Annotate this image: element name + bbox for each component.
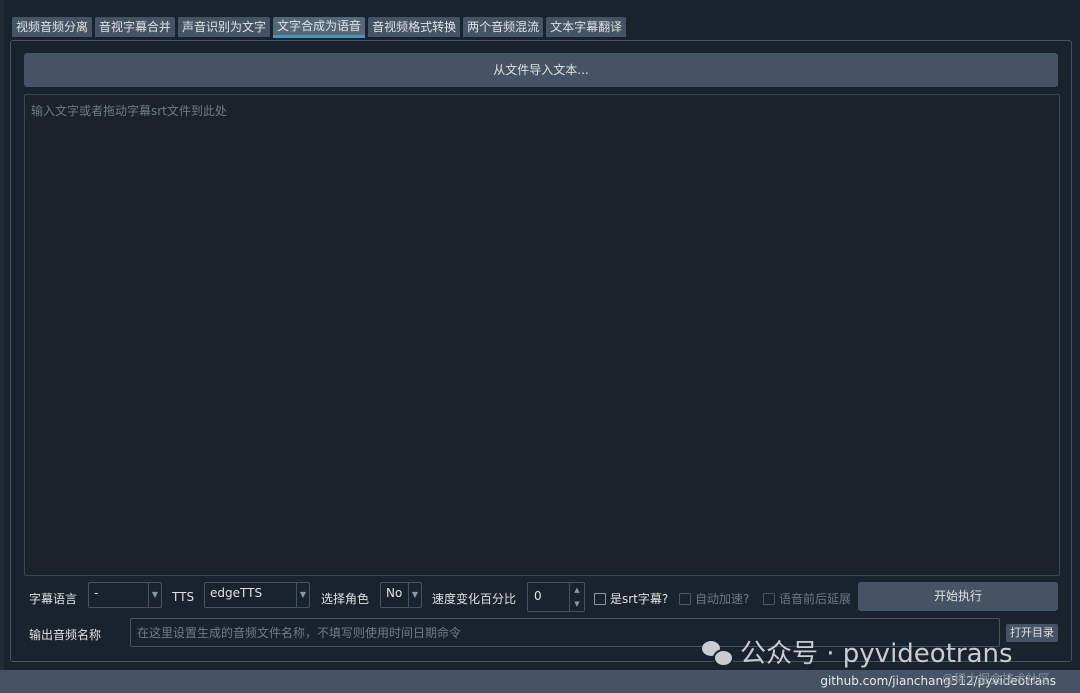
open-directory-button[interactable]: 打开目录 [1006, 624, 1058, 642]
tab-video-audio-split[interactable]: 视频音频分离 [12, 17, 93, 37]
text-input-area[interactable]: 输入文字或者拖动字幕srt文件到此处 [24, 94, 1060, 576]
spin-up-icon[interactable]: ▲ [570, 583, 584, 597]
tts-engine-value: edgeTTS [210, 586, 263, 600]
chevron-down-icon: ▼ [148, 583, 161, 607]
srt-subtitle-checkbox-label: 是srt字幕? [610, 592, 669, 606]
watermark-corner-text: @稀土掘金技术社区 [942, 672, 1051, 686]
speed-change-label: 速度变化百分比 [432, 592, 517, 606]
wechat-icon [702, 639, 734, 667]
import-text-button[interactable]: 从文件导入文本... [24, 53, 1058, 87]
watermark: 公众号 · pyvideotrans [702, 633, 1013, 670]
subtitle-language-value: - [94, 586, 99, 600]
tts-engine-select[interactable]: edgeTTS ▼ [204, 582, 310, 608]
voice-role-label: 选择角色 [321, 592, 370, 606]
checkbox-box-icon [594, 592, 606, 605]
tab-subtitle-translate[interactable]: 文本字幕翻译 [546, 17, 627, 37]
output-audio-name-label: 输出音频名称 [29, 628, 102, 642]
auto-speedup-checkbox-label: 自动加速? [695, 592, 750, 606]
tab-text-to-speech[interactable]: 文字合成为语音 [273, 17, 366, 38]
subtitle-language-label: 字幕语言 [29, 592, 78, 606]
window-left-edge [0, 0, 4, 693]
srt-subtitle-checkbox[interactable]: 是srt字幕? [594, 590, 668, 607]
voice-role-value: No [386, 586, 403, 600]
tab-speech-recognition[interactable]: 声音识别为文字 [178, 17, 271, 37]
tab-format-convert[interactable]: 音视频格式转换 [368, 17, 461, 37]
speed-change-value: 0 [534, 589, 542, 603]
chevron-down-icon: ▼ [296, 583, 309, 607]
chevron-down-icon: ▼ [408, 583, 421, 607]
tab-av-subtitle-merge[interactable]: 音视字幕合并 [95, 17, 176, 37]
text-input-placeholder: 输入文字或者拖动字幕srt文件到此处 [31, 104, 227, 118]
tab-audio-mix[interactable]: 两个音频混流 [463, 17, 544, 37]
checkbox-box-icon [763, 592, 775, 605]
watermark-text: 公众号 · pyvideotrans [740, 639, 1013, 669]
tab-bar: 视频音频分离 音视字幕合并 声音识别为文字 文字合成为语音 音视频格式转换 两个… [12, 17, 627, 39]
voice-extend-checkbox[interactable]: 语音前后延展 [763, 590, 851, 607]
tts-label: TTS [172, 590, 195, 604]
start-execute-button[interactable]: 开始执行 [858, 582, 1058, 611]
auto-speedup-checkbox[interactable]: 自动加速? [679, 590, 749, 607]
voice-role-select[interactable]: No ▼ [380, 582, 422, 608]
spin-down-icon[interactable]: ▼ [570, 597, 584, 611]
speed-change-spinbox[interactable]: 0 ▲ ▼ [527, 582, 585, 612]
subtitle-language-select[interactable]: - ▼ [88, 582, 162, 608]
voice-extend-checkbox-label: 语音前后延展 [779, 592, 852, 606]
checkbox-box-icon [679, 592, 691, 605]
